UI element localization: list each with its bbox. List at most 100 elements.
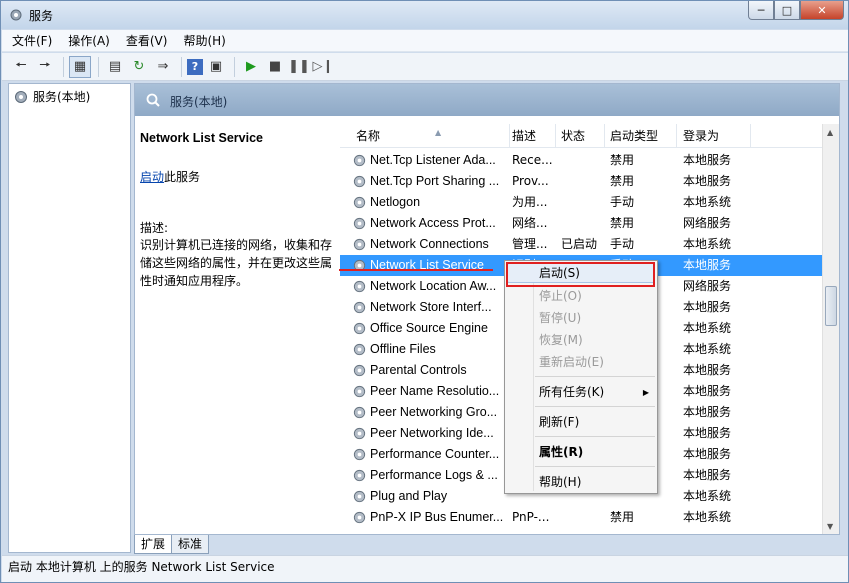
column-startup-type[interactable]: 启动类型: [604, 124, 677, 148]
service-description: 网络...: [512, 216, 548, 230]
service-logon-as: 本地服务: [683, 447, 732, 461]
service-gear-icon: [353, 196, 366, 209]
console-view-icon[interactable]: ▣: [205, 56, 227, 78]
service-name: Plug and Play: [350, 486, 503, 507]
tab-standard[interactable]: 标准: [171, 535, 210, 554]
service-gear-icon: [353, 217, 366, 230]
menu-item-all-tasks[interactable]: 所有任务(K): [539, 382, 604, 402]
menu-item-refresh[interactable]: 刷新(F): [539, 412, 579, 432]
service-logon-as: 本地服务: [683, 174, 732, 188]
show-tree-icon[interactable]: ▦: [69, 55, 91, 78]
view-tabs: 扩展 标准: [134, 535, 210, 555]
menu-item-properties[interactable]: 属性(R): [539, 442, 583, 462]
menu-item-resume[interactable]: 恢复(M): [539, 330, 583, 350]
menu-help[interactable]: 帮助(H): [183, 32, 225, 49]
service-startup-type: 禁用: [610, 216, 635, 230]
service-logon-as: 本地服务: [683, 384, 732, 398]
service-gear-icon: [353, 511, 366, 524]
menu-item-stop[interactable]: 停止(O): [539, 286, 582, 306]
menu-action[interactable]: 操作(A): [68, 32, 110, 49]
service-gear-icon: [353, 343, 366, 356]
menu-item-help[interactable]: 帮助(H): [539, 472, 581, 492]
export-list-icon[interactable]: ⇒: [152, 56, 174, 78]
menu-bar: 文件(F) 操作(A) 查看(V) 帮助(H): [2, 30, 848, 52]
service-gear-icon: [353, 427, 366, 440]
service-name: Peer Name Resolutio...: [350, 381, 503, 402]
service-gear-icon: [353, 175, 366, 188]
service-gear-icon: [353, 490, 366, 503]
start-service-link[interactable]: 启动: [140, 170, 164, 184]
table-row[interactable]: Netlogon 为用... 手动 本地系统: [340, 192, 825, 213]
help-icon[interactable]: ?: [187, 58, 203, 75]
service-logon-as: 本地系统: [683, 195, 732, 209]
column-logon-as[interactable]: 登录为: [677, 124, 751, 148]
service-gear-icon: [353, 322, 366, 335]
context-menu: 启动(S) 停止(O) 暂停(U) 恢复(M) 重新启动(E) 所有任务(K) …: [504, 260, 658, 494]
column-name[interactable]: 名称 ▲: [350, 124, 510, 148]
back-arrow-icon[interactable]: 🠔: [10, 56, 32, 78]
services-gear-icon: [10, 9, 22, 21]
restart-icon[interactable]: ▷❙: [312, 56, 334, 78]
service-startup-type: 手动: [610, 195, 635, 209]
service-name-text: Network Location Aw...: [370, 279, 497, 293]
service-name: Net.Tcp Port Sharing ...: [350, 171, 503, 192]
table-row[interactable]: Net.Tcp Listener Ada... Rece... 禁用 本地服务: [340, 150, 825, 171]
service-logon-as: 本地服务: [683, 468, 732, 482]
title-bar[interactable]: 服务 ─ □ ✕: [1, 1, 848, 29]
column-status[interactable]: 状态: [555, 124, 605, 148]
close-button[interactable]: ✕: [800, 1, 844, 20]
toolbar: 🠔 🠖 ▦ ▤ ↻ ⇒ ? ▣ ▶ ■ ❚❚ ▷❙: [2, 53, 848, 81]
service-gear-icon: [353, 385, 366, 398]
table-row[interactable]: Network Access Prot... 网络... 禁用 网络服务: [340, 213, 825, 234]
tab-extended[interactable]: 扩展: [134, 535, 173, 554]
service-logon-as: 本地系统: [683, 510, 732, 524]
stop-icon[interactable]: ■: [264, 56, 286, 78]
start-service-suffix: 此服务: [164, 170, 201, 184]
service-logon-as: 网络服务: [683, 279, 732, 293]
minimize-button[interactable]: ─: [748, 1, 774, 20]
properties-sheet-icon[interactable]: ▤: [104, 56, 126, 78]
scroll-up-icon[interactable]: ▲: [827, 128, 833, 137]
table-row[interactable]: Network Connections 管理... 已启动 手动 本地系统: [340, 234, 825, 255]
scroll-down-icon[interactable]: ▼: [827, 522, 833, 531]
scroll-thumb[interactable]: [825, 286, 837, 326]
service-status: 已启动: [561, 237, 598, 251]
pause-icon[interactable]: ❚❚: [288, 56, 310, 78]
menu-file[interactable]: 文件(F): [12, 32, 52, 49]
service-name-text: Office Source Engine: [370, 321, 488, 335]
tree-item-label: 服务(本地): [33, 90, 91, 104]
status-bar: 启动 本地计算机 上的服务 Network List Service: [2, 555, 848, 582]
service-name: Performance Logs & ...: [350, 465, 503, 486]
service-name-text: Performance Logs & ...: [370, 468, 498, 482]
sort-up-icon: ▲: [435, 128, 442, 137]
service-logon-as: 本地服务: [683, 363, 732, 377]
service-logon-as: 本地服务: [683, 405, 732, 419]
table-row[interactable]: PnP-X IP Bus Enumer... PnP-... 禁用 本地系统: [340, 507, 825, 528]
refresh-icon[interactable]: ↻: [128, 56, 150, 78]
service-logon-as: 本地系统: [683, 489, 732, 503]
menu-view[interactable]: 查看(V): [126, 32, 168, 49]
tree-item-services-local[interactable]: 服务(本地): [13, 88, 90, 105]
service-name-text: Net.Tcp Port Sharing ...: [370, 174, 500, 188]
column-description[interactable]: 描述: [506, 124, 556, 148]
service-gear-icon: [353, 301, 366, 314]
submenu-arrow-icon: ▶: [642, 388, 649, 397]
service-name: Offline Files: [350, 339, 503, 360]
selected-service-title: Network List Service: [140, 131, 263, 145]
column-name-label: 名称: [356, 129, 381, 143]
table-row[interactable]: Net.Tcp Port Sharing ... Prov... 禁用 本地服务: [340, 171, 825, 192]
search-icon: [146, 93, 160, 107]
service-name: Peer Networking Gro...: [350, 402, 503, 423]
service-name-text: Performance Counter...: [370, 447, 500, 461]
forward-arrow-icon[interactable]: 🠖: [34, 56, 56, 78]
service-startup-type: 禁用: [610, 174, 635, 188]
service-name-text: Network Access Prot...: [370, 216, 496, 230]
menu-item-pause[interactable]: 暂停(U): [539, 308, 581, 328]
description-pane: Network List Service 启动此服务 描述: 识别计算机已连接的…: [135, 116, 340, 534]
menu-item-restart[interactable]: 重新启动(E): [539, 352, 604, 372]
main-header: 服务(本地): [135, 84, 839, 116]
service-gear-icon: [353, 448, 366, 461]
vertical-scrollbar[interactable]: ▲ ▼: [822, 124, 839, 534]
play-icon[interactable]: ▶: [240, 56, 262, 78]
maximize-button[interactable]: □: [774, 1, 800, 20]
